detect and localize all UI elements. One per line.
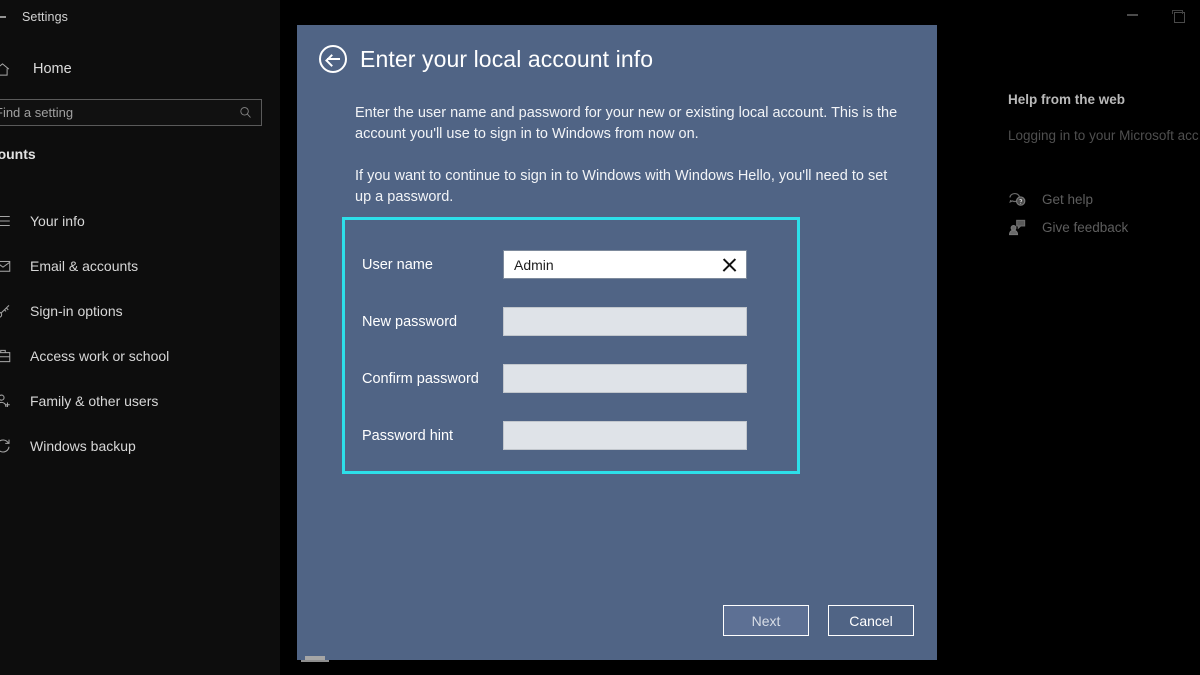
account-form-group: User name Admin New password Confirm pas… bbox=[342, 217, 800, 474]
get-help-label: Get help bbox=[1042, 191, 1094, 207]
help-panel: Help from the web Logging in to your Mic… bbox=[1008, 92, 1200, 241]
sidebar-item-access-work-school[interactable]: Access work or school bbox=[0, 333, 280, 378]
cancel-button[interactable]: Cancel bbox=[828, 605, 914, 636]
dialog-paragraph-2: If you want to continue to sign in to Wi… bbox=[355, 168, 888, 205]
sidebar-item-windows-backup[interactable]: Windows backup bbox=[0, 423, 280, 468]
search-icon bbox=[240, 107, 251, 118]
envelope-icon bbox=[0, 260, 11, 272]
maximize-icon bbox=[1172, 9, 1185, 23]
give-feedback-action[interactable]: Give feedback bbox=[1008, 213, 1200, 241]
window-title: Settings bbox=[22, 10, 68, 24]
confirm-password-label: Confirm password bbox=[362, 370, 479, 387]
sync-icon bbox=[0, 438, 10, 452]
sidebar-item-family-other-users[interactable]: Family & other users bbox=[0, 378, 280, 423]
local-account-dialog: Enter your local account info Enter the … bbox=[297, 25, 937, 660]
back-circle-icon[interactable] bbox=[319, 45, 347, 73]
new-password-label: New password bbox=[362, 313, 458, 330]
form-row-user-name: User name Admin bbox=[345, 236, 797, 293]
sidebar-item-your-info[interactable]: Your info bbox=[0, 198, 280, 243]
sidebar-item-sign-in-options-label: Sign-in options bbox=[30, 302, 123, 319]
screen: Settings Home Find a setting ccounts bbox=[0, 0, 1200, 675]
home-icon bbox=[0, 62, 10, 76]
password-hint-label: Password hint bbox=[362, 427, 454, 444]
search-input[interactable]: Find a setting bbox=[0, 99, 262, 126]
form-row-new-password: New password bbox=[345, 293, 797, 350]
dialog-body: Enter the user name and password for you… bbox=[355, 103, 903, 208]
dialog-footer: Next Cancel bbox=[723, 605, 914, 636]
dialog-paragraph-1: Enter the user name and password for you… bbox=[355, 105, 898, 142]
sidebar: Settings Home Find a setting ccounts bbox=[0, 0, 280, 675]
form-row-password-hint: Password hint bbox=[345, 407, 797, 464]
sidebar-item-email-accounts-label: Email & accounts bbox=[30, 257, 139, 274]
sidebar-item-windows-backup-label: Windows backup bbox=[30, 437, 136, 454]
settings-titlebar: Settings bbox=[0, 0, 280, 34]
help-panel-link[interactable]: Logging in to your Microsoft acc bbox=[1008, 128, 1200, 143]
briefcase-icon bbox=[0, 349, 11, 362]
sidebar-item-family-other-users-label: Family & other users bbox=[30, 392, 159, 409]
sidebar-item-home-label: Home bbox=[33, 61, 72, 77]
user-info-icon bbox=[0, 215, 10, 226]
form-row-confirm-password: Confirm password bbox=[345, 350, 797, 407]
get-help-action[interactable]: Get help bbox=[1008, 185, 1200, 213]
maximize-button[interactable] bbox=[1155, 0, 1200, 30]
user-name-value: Admin bbox=[514, 256, 554, 273]
clear-x-icon[interactable] bbox=[720, 256, 738, 274]
sidebar-item-email-accounts[interactable]: Email & accounts bbox=[0, 243, 280, 288]
question-bubble-icon bbox=[1009, 192, 1026, 206]
confirm-password-input[interactable] bbox=[503, 364, 747, 393]
new-password-input[interactable] bbox=[503, 307, 747, 336]
taskbar-sliver bbox=[301, 656, 329, 662]
dialog-header: Enter your local account info bbox=[319, 45, 653, 73]
sidebar-item-your-info-label: Your info bbox=[30, 212, 85, 229]
sidebar-item-sign-in-options[interactable]: Sign-in options bbox=[0, 288, 280, 333]
people-icon bbox=[0, 394, 10, 407]
sidebar-nav-list: Your info Email & accounts Sign-in optio… bbox=[0, 198, 280, 468]
give-feedback-label: Give feedback bbox=[1042, 219, 1129, 235]
user-name-label: User name bbox=[362, 256, 433, 273]
sidebar-item-access-work-school-label: Access work or school bbox=[30, 347, 170, 364]
search-input-text: Find a setting bbox=[0, 105, 74, 120]
sidebar-section-header: ccounts bbox=[0, 146, 36, 162]
minimize-button[interactable] bbox=[1110, 0, 1155, 30]
minimize-icon bbox=[1127, 14, 1138, 16]
window-controls bbox=[1110, 0, 1200, 30]
dialog-title: Enter your local account info bbox=[360, 45, 654, 72]
user-name-input[interactable]: Admin bbox=[503, 250, 747, 279]
sidebar-item-home[interactable]: Home bbox=[0, 56, 280, 82]
help-panel-title: Help from the web bbox=[1008, 92, 1126, 107]
password-hint-input[interactable] bbox=[503, 421, 747, 450]
next-button[interactable]: Next bbox=[723, 605, 809, 636]
key-icon bbox=[0, 304, 10, 318]
back-arrow-icon[interactable] bbox=[0, 9, 8, 25]
help-panel-actions: Get help Give feedback bbox=[1008, 185, 1200, 241]
feedback-person-icon bbox=[1009, 219, 1026, 235]
